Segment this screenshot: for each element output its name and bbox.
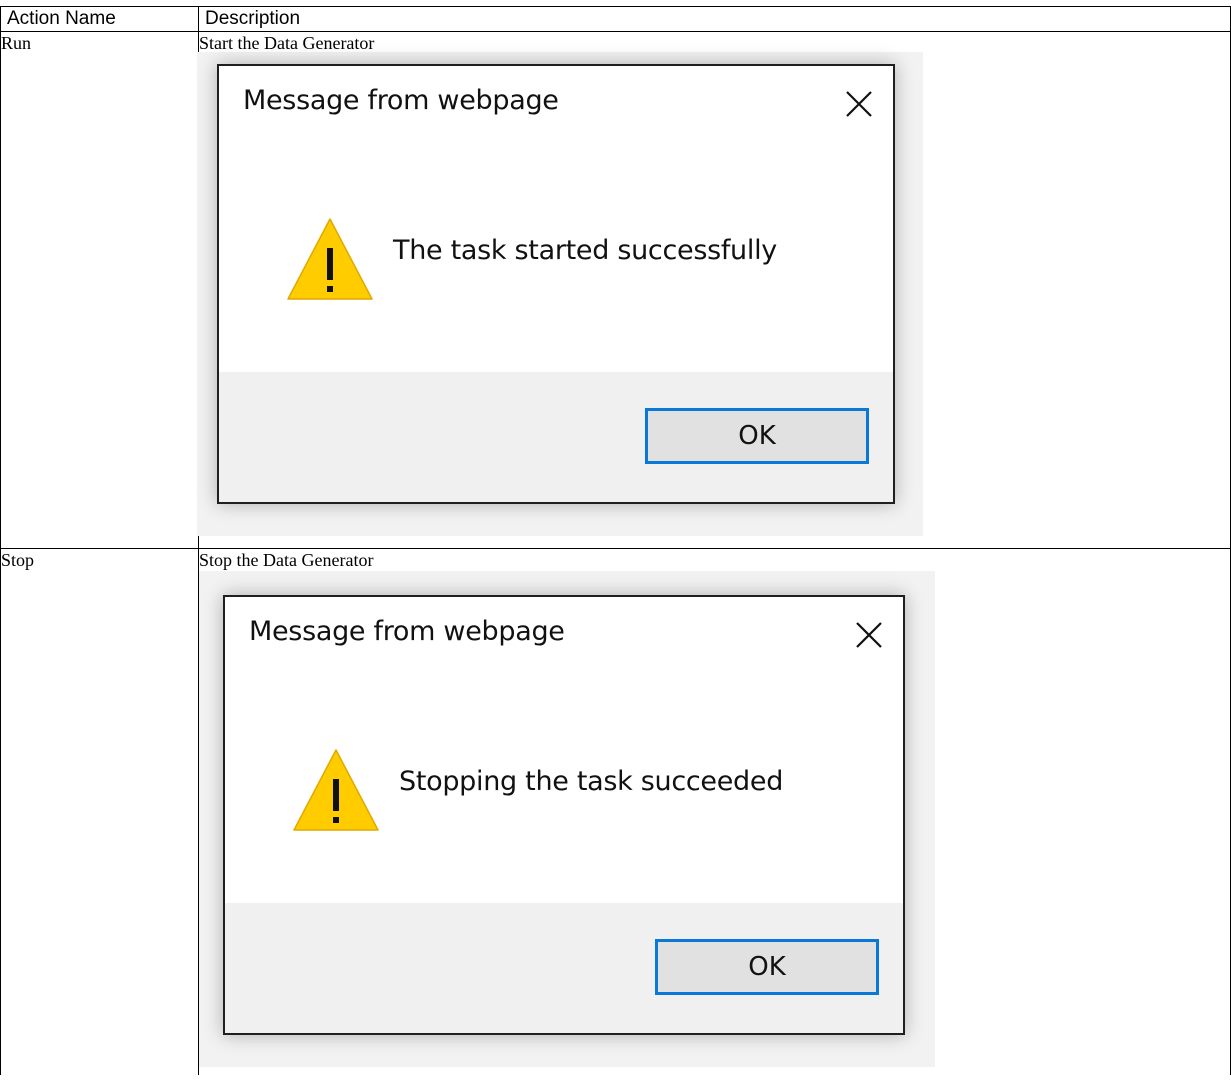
- dialog-footer: OK: [219, 372, 893, 502]
- close-icon[interactable]: [853, 619, 885, 651]
- ok-button[interactable]: OK: [645, 408, 869, 464]
- warning-icon: [285, 216, 375, 302]
- table-row: Stop Stop the Data Generator Message fro…: [0, 548, 1231, 1075]
- dialog-message: The task started successfully: [393, 235, 777, 266]
- message-dialog: Message from webpage Stopping the task s: [223, 595, 905, 1035]
- header-action-name: Action Name: [0, 6, 199, 32]
- dialog-message: Stopping the task succeeded: [399, 766, 784, 797]
- warning-icon: [291, 747, 381, 833]
- dialog-footer: OK: [225, 903, 903, 1033]
- ok-button[interactable]: OK: [655, 939, 879, 995]
- dialog-screenshot: Message from webpage The task started su: [197, 52, 923, 536]
- dialog-screenshot: Message from webpage Stopping the task s: [199, 571, 935, 1067]
- description-cell: Stop the Data Generator Message from web…: [198, 548, 1231, 1075]
- description-cell: Start the Data Generator Message from we…: [197, 31, 1231, 549]
- dialog-title: Message from webpage: [243, 85, 559, 116]
- table-row: Run Start the Data Generator Message fro…: [0, 31, 1231, 549]
- action-name-cell: Run: [0, 31, 199, 549]
- actions-table: Action Name Description Run Start the Da…: [0, 6, 1231, 1075]
- description-text: Start the Data Generator: [199, 33, 375, 53]
- dialog-title: Message from webpage: [249, 616, 565, 647]
- description-text: Stop the Data Generator: [199, 550, 374, 570]
- message-dialog: Message from webpage The task started su: [217, 64, 895, 504]
- action-name-cell: Stop: [0, 548, 199, 1075]
- table-header-row: Action Name Description: [0, 6, 1231, 32]
- close-icon[interactable]: [843, 88, 875, 120]
- header-description: Description: [198, 6, 1231, 32]
